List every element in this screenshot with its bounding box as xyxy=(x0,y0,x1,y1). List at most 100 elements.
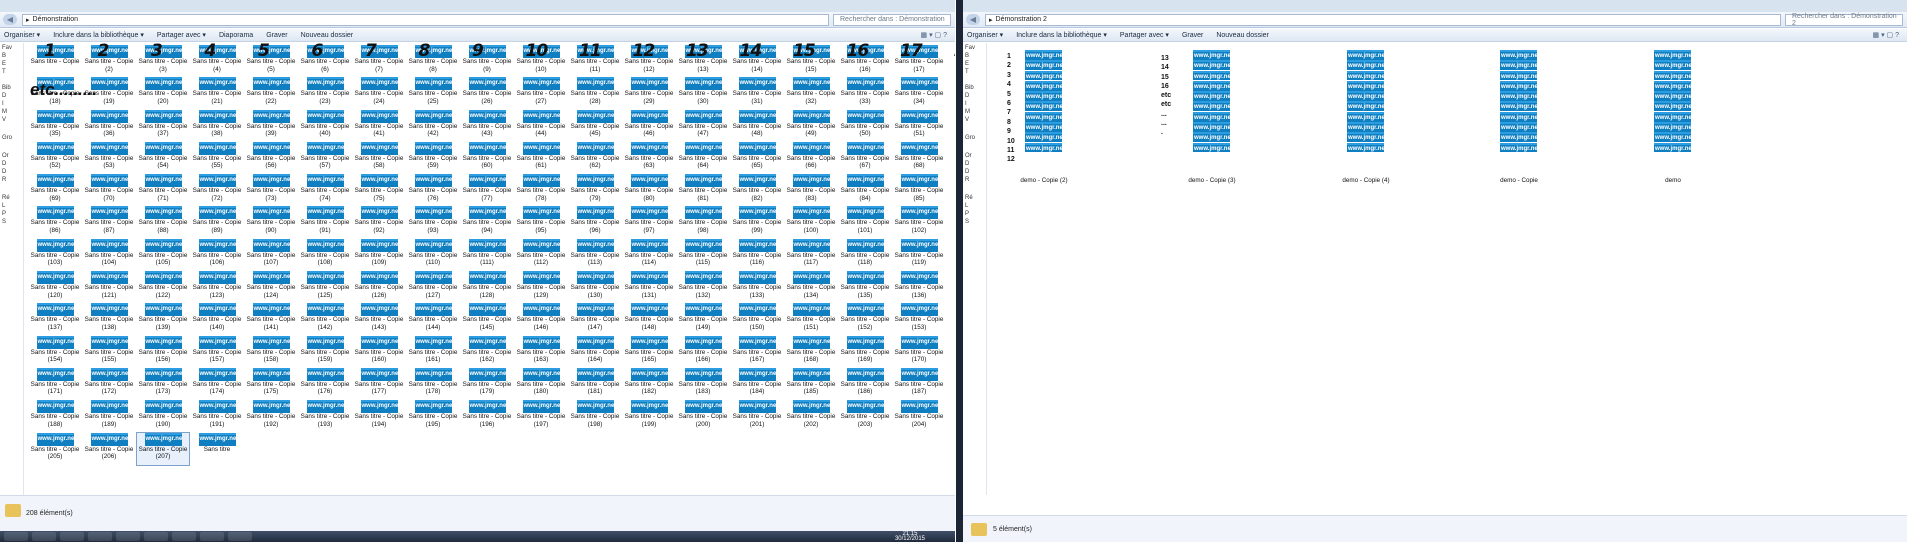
folder-stack[interactable]: www.jmgr.net www.jmgr.net www.jmgr.net www.… xyxy=(1500,50,1537,153)
nav-item[interactable]: M xyxy=(965,109,970,115)
file-item[interactable]: www.jmgr.net Sans titre - Copie (62) xyxy=(569,141,621,174)
search-input[interactable]: Rechercher dans : Démonstration xyxy=(833,13,951,26)
nav-item[interactable]: S xyxy=(965,219,969,225)
file-item[interactable]: www.jmgr.net Sans titre - Copie (34) xyxy=(893,77,945,109)
nav-item[interactable]: V xyxy=(965,117,969,123)
file-item[interactable]: www.jmgr.net Sans titre - Copie (167) xyxy=(731,335,783,368)
file-item[interactable]: www.jmgr.net Sans titre - Copie (158) xyxy=(245,335,297,368)
nav-item[interactable]: E xyxy=(965,61,969,67)
file-item[interactable]: www.jmgr.net Sans titre - Copie (101) xyxy=(839,206,891,238)
file-item[interactable]: www.jmgr.net Sans titre - Copie (119) xyxy=(893,238,945,271)
file-item[interactable]: www.jmgr.net Sans titre - Copie (199) xyxy=(623,400,675,432)
search-input[interactable]: Rechercher dans : Démonstration 2 xyxy=(1785,13,1903,27)
file-item[interactable]: www.jmgr.net Sans titre - Copie (118) xyxy=(839,238,891,271)
path-box[interactable]: ▸ Démonstration xyxy=(22,13,829,26)
file-item[interactable]: www.jmgr.net Sans titre - Copie (142) xyxy=(299,303,351,335)
file-item[interactable]: www.jmgr.net Sans titre - Copie (73) xyxy=(245,174,297,206)
file-item[interactable]: www.jmgr.net Sans titre - Copie (182) xyxy=(623,367,675,400)
file-item[interactable]: www.jmgr.net Sans titre - Copie (102) xyxy=(893,206,945,238)
file-item[interactable]: www.jmgr.net Sans titre - Copie (77) xyxy=(461,174,513,206)
file-item[interactable]: www.jmgr.net Sans titre - Copie xyxy=(29,45,81,77)
file-item[interactable]: www.jmgr.net Sans titre - Copie (202) xyxy=(785,400,837,432)
file-item[interactable]: www.jmgr.net Sans titre - Copie (79) xyxy=(569,174,621,206)
nav-item[interactable]: D xyxy=(2,161,6,167)
file-item[interactable]: www.jmgr.net Sans titre - Copie (26) xyxy=(461,77,513,109)
nav-item[interactable]: T xyxy=(2,69,6,75)
file-item[interactable]: www.jmgr.net Sans titre - Copie (107) xyxy=(245,238,297,271)
file-item[interactable]: www.jmgr.net Sans titre - Copie (194) xyxy=(353,400,405,432)
file-item[interactable]: www.jmgr.net Sans titre - Copie (120) xyxy=(29,271,81,303)
file-item[interactable]: www.jmgr.net Sans titre - Copie (192) xyxy=(245,400,297,432)
file-item[interactable]: www.jmgr.net Sans titre - Copie (204) xyxy=(893,400,945,432)
taskbar-app-firefox[interactable] xyxy=(116,532,140,541)
file-item[interactable]: www.jmgr.net Sans titre - Copie (103) xyxy=(29,238,81,271)
file-item[interactable]: www.jmgr.net Sans titre - Copie (173) xyxy=(137,367,189,400)
file-item[interactable]: www.jmgr.net Sans titre - Copie (116) xyxy=(731,238,783,271)
file-item[interactable]: www.jmgr.net Sans titre - Copie (53) xyxy=(83,141,135,174)
file-item[interactable]: www.jmgr.net Sans titre - Copie (141) xyxy=(245,303,297,335)
file-item[interactable]: www.jmgr.net Sans titre - Copie (28) xyxy=(569,77,621,109)
file-item[interactable]: www.jmgr.net Sans titre - Copie (66) xyxy=(785,141,837,174)
file-item[interactable]: www.jmgr.net Sans titre - Copie (196) xyxy=(461,400,513,432)
file-item[interactable]: www.jmgr.net Sans titre - Copie (20) xyxy=(137,77,189,109)
taskbar-app[interactable] xyxy=(32,532,56,541)
file-item[interactable]: www.jmgr.net Sans titre - Copie (190) xyxy=(137,400,189,432)
file-item[interactable]: www.jmgr.net Sans titre - Copie (161) xyxy=(407,335,459,368)
file-item[interactable]: www.jmgr.net Sans titre - Copie (152) xyxy=(839,303,891,335)
file-item[interactable]: www.jmgr.net Sans titre - Copie (132) xyxy=(677,271,729,303)
folder-stack[interactable]: www.jmgr.net www.jmgr.net www.jmgr.net www.… xyxy=(1025,50,1062,153)
file-item[interactable]: www.jmgr.net Sans titre - Copie (124) xyxy=(245,271,297,303)
file-item[interactable]: www.jmgr.net Sans titre - Copie (45) xyxy=(569,109,621,142)
file-item[interactable]: www.jmgr.net Sans titre - Copie (85) xyxy=(893,174,945,206)
taskbar-app[interactable] xyxy=(228,532,252,541)
file-item[interactable]: www.jmgr.net Sans titre - Copie (139) xyxy=(137,303,189,335)
file-item[interactable]: www.jmgr.net Sans titre - Copie (40) xyxy=(299,109,351,142)
file-item[interactable]: www.jmgr.net Sans titre - Copie (175) xyxy=(245,367,297,400)
file-item[interactable]: www.jmgr.net Sans titre - Copie (92) xyxy=(353,206,405,238)
file-item[interactable]: www.jmgr.net Sans titre - Copie (151) xyxy=(785,303,837,335)
nav-item[interactable]: S xyxy=(2,219,6,225)
file-item[interactable]: www.jmgr.net Sans titre - Copie (65) xyxy=(731,141,783,174)
file-item[interactable]: www.jmgr.net Sans titre - Copie (27) xyxy=(515,77,567,109)
file-item[interactable]: www.jmgr.net Sans titre - Copie (91) xyxy=(299,206,351,238)
file-item[interactable]: www.jmgr.net Sans titre - Copie (188) xyxy=(29,400,81,432)
taskbar-app[interactable] xyxy=(144,532,168,541)
file-item[interactable]: www.jmgr.net Sans titre xyxy=(191,432,243,465)
file-item[interactable]: www.jmgr.net Sans titre - Copie (93) xyxy=(407,206,459,238)
file-item[interactable]: www.jmgr.net Sans titre - Copie (174) xyxy=(191,367,243,400)
file-item[interactable]: www.jmgr.net Sans titre - Copie (71) xyxy=(137,174,189,206)
nav-item[interactable]: T xyxy=(965,69,969,75)
file-item[interactable]: www.jmgr.net Sans titre - Copie (207) xyxy=(136,431,190,466)
file-item[interactable]: www.jmgr.net Sans titre - Copie (144) xyxy=(407,303,459,335)
file-item[interactable]: www.jmgr.net Sans titre - Copie (179) xyxy=(461,367,513,400)
file-item[interactable]: www.jmgr.net Sans titre - Copie (72) xyxy=(191,174,243,206)
file-item[interactable]: www.jmgr.net Sans titre - Copie (134) xyxy=(785,271,837,303)
file-item[interactable]: www.jmgr.net Sans titre - Copie (105) xyxy=(137,238,189,271)
file-item[interactable]: www.jmgr.net Sans titre - Copie (63) xyxy=(623,141,675,174)
include-library-button[interactable]: Inclure dans la bibliothèque ▾ xyxy=(53,31,144,39)
clock[interactable]: 21:15 30/12/2015 xyxy=(895,531,925,542)
taskbar-app-explorer[interactable] xyxy=(200,532,224,541)
file-item[interactable]: www.jmgr.net Sans titre - Copie (32) xyxy=(785,77,837,109)
file-item[interactable]: www.jmgr.net Sans titre - Copie (131) xyxy=(623,271,675,303)
file-item[interactable]: www.jmgr.net Sans titre - Copie (110) xyxy=(407,238,459,271)
file-item[interactable]: www.jmgr.net Sans titre - Copie (41) xyxy=(353,109,405,142)
file-item[interactable]: www.jmgr.net Sans titre - Copie (109) xyxy=(353,238,405,271)
nav-item[interactable]: V xyxy=(2,117,6,123)
folder-stack[interactable]: www.jmgr.net www.jmgr.net www.jmgr.net www.… xyxy=(1654,50,1691,153)
file-item[interactable]: www.jmgr.net Sans titre - Copie (166) xyxy=(677,335,729,368)
file-item[interactable]: www.jmgr.net Sans titre - Copie (30) xyxy=(677,77,729,109)
file-item[interactable]: www.jmgr.net Sans titre - Copie (37) xyxy=(137,109,189,142)
file-item[interactable]: www.jmgr.net Sans titre - Copie (150) xyxy=(731,303,783,335)
file-item[interactable]: www.jmgr.net Sans titre - Copie (130) xyxy=(569,271,621,303)
file-item[interactable]: www.jmgr.net Sans titre - Copie (113) xyxy=(569,238,621,271)
file-item[interactable]: www.jmgr.net Sans titre - Copie (198) xyxy=(569,400,621,432)
file-item[interactable]: www.jmgr.net Sans titre - Copie (35) xyxy=(29,109,81,142)
file-item[interactable]: www.jmgr.net Sans titre - Copie (133) xyxy=(731,271,783,303)
back-icon[interactable]: ◀ xyxy=(966,14,980,25)
view-options-icon[interactable]: ▦ ▾ ▢ ? xyxy=(921,31,947,39)
file-item[interactable]: www.jmgr.net Sans titre - Copie (195) xyxy=(407,400,459,432)
file-item[interactable]: www.jmgr.net Sans titre - Copie (46) xyxy=(623,109,675,142)
file-item[interactable]: www.jmgr.net Sans titre - Copie (169) xyxy=(839,335,891,368)
file-item[interactable]: www.jmgr.net Sans titre - Copie (59) xyxy=(407,141,459,174)
